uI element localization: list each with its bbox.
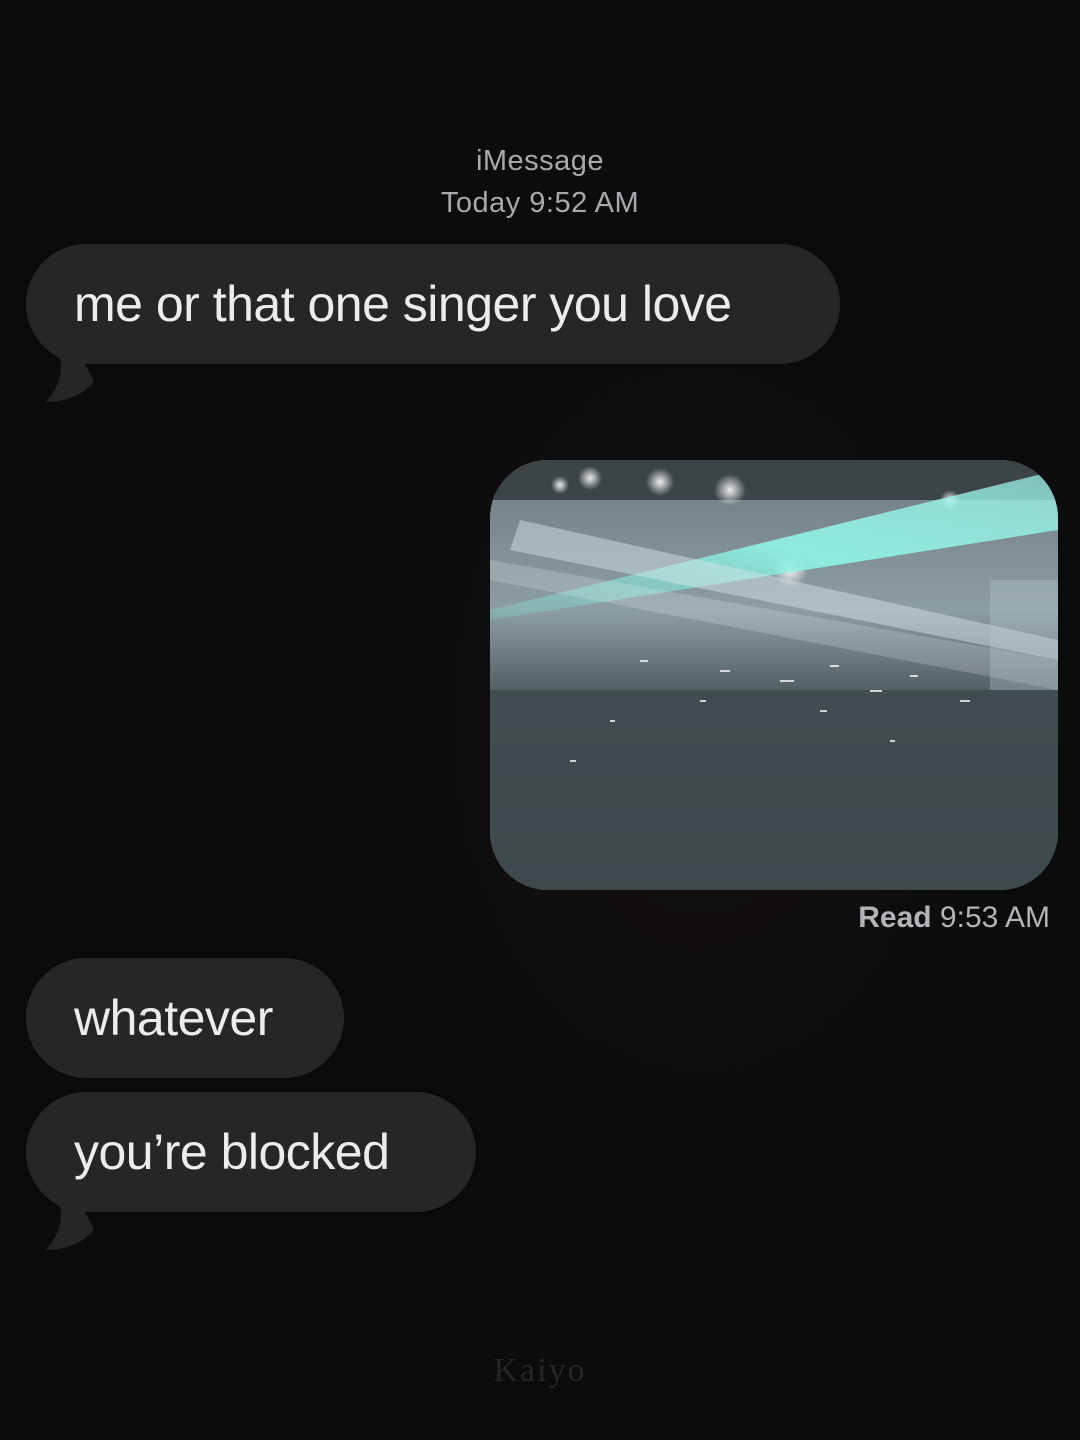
incoming-message-bubble[interactable]: whatever — [26, 958, 344, 1078]
conversation-timestamp: Today 9:52 AM — [440, 187, 640, 219]
concert-photo — [490, 460, 1058, 890]
message-text: whatever — [74, 990, 273, 1046]
read-status: Read — [858, 901, 932, 934]
messages-screen: iMessage Today 9:52 AM me or that one si… — [0, 0, 1080, 1440]
outgoing-photo-message[interactable] — [490, 460, 1058, 890]
message-text: me or that one singer you love — [74, 276, 732, 332]
read-time: 9:53 AM — [939, 901, 1050, 934]
incoming-message-bubble[interactable]: me or that one singer you love — [26, 244, 840, 402]
read-receipt: Read 9:53 AM — [858, 898, 1050, 938]
service-label: iMessage — [475, 145, 605, 177]
watermark: Kaiyo — [493, 1352, 587, 1389]
incoming-message-bubble[interactable]: you’re blocked — [26, 1092, 476, 1250]
message-text: you’re blocked — [74, 1124, 390, 1180]
conversation-header: iMessage Today 9:52 AM — [0, 140, 1080, 224]
